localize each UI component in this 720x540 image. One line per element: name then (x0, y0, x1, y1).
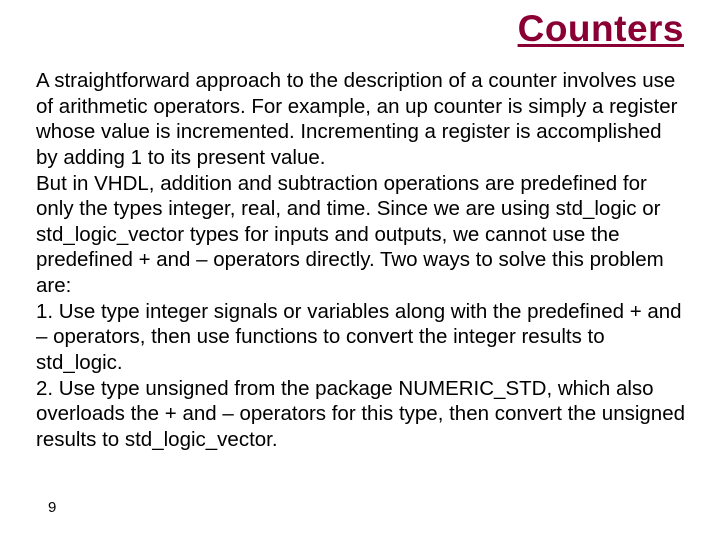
title-wrap: Counters (36, 8, 696, 50)
slide-body: A straightforward approach to the descri… (36, 68, 696, 452)
slide: Counters A straightforward approach to t… (0, 0, 720, 540)
page-number: 9 (48, 499, 56, 516)
slide-title: Counters (518, 8, 684, 50)
